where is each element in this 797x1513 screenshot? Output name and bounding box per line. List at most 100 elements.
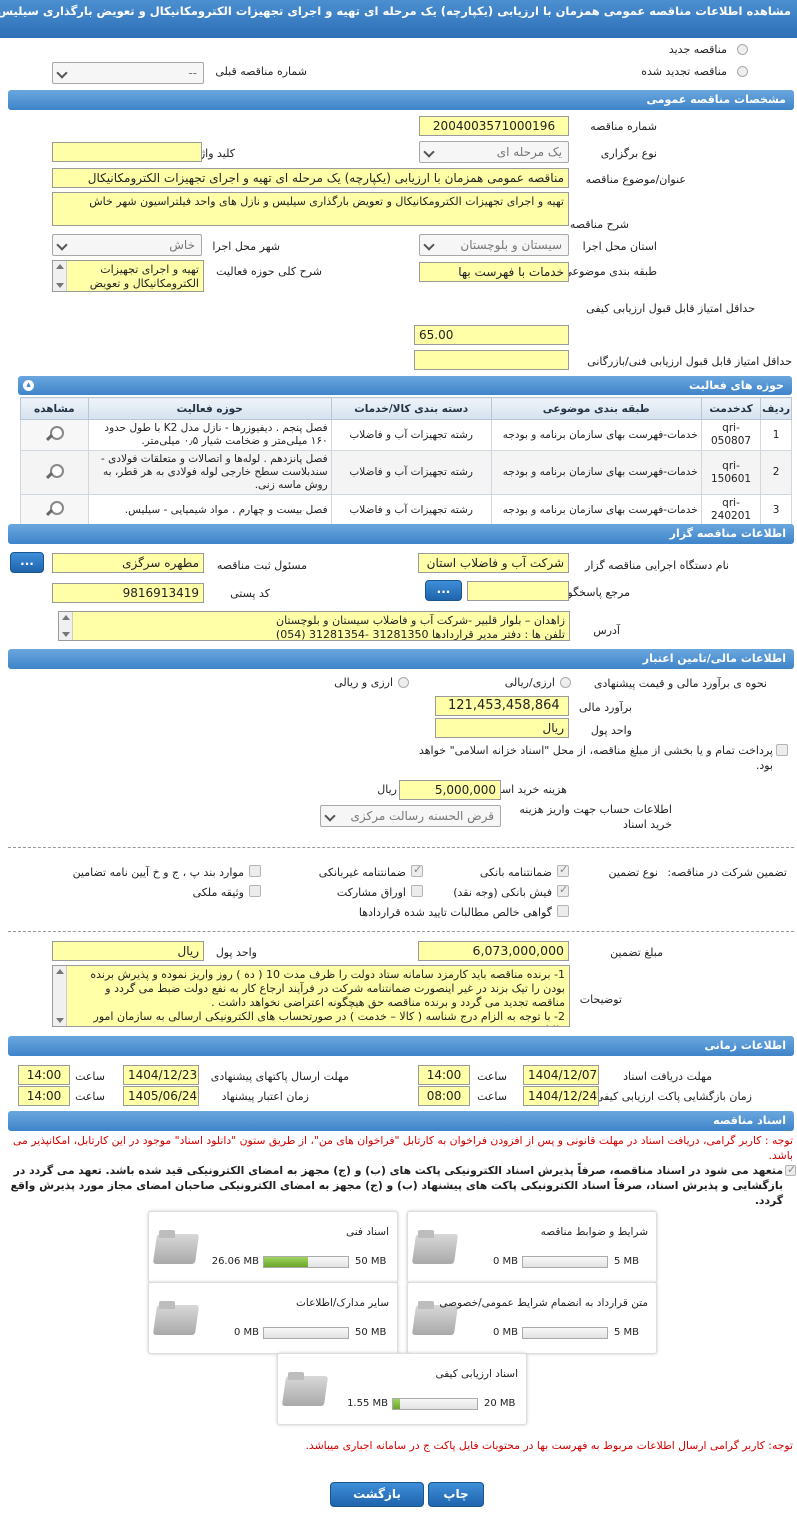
file-name: اسناد ارزیابی کیفی [435,1368,518,1380]
col-row: ردیف [760,397,792,420]
bank-receipt-checkbox[interactable] [557,883,569,897]
bonds-checkbox[interactable] [411,885,423,897]
folder-icon [155,1301,197,1335]
file-box[interactable]: اسناد ارزیابی کیفی 1.55 MB 20 MB [277,1353,527,1425]
chevron-down-icon [56,67,68,79]
claims-checkbox[interactable] [557,905,569,917]
renewed-tender-radio[interactable] [737,66,748,77]
bank-guarantee-label: ضمانتنامه بانکی [479,866,552,879]
file-box[interactable]: سایر مدارک/اطلاعات 0 MB 50 MB [148,1282,398,1354]
rial-and-fx-radio[interactable] [398,677,409,688]
type-select[interactable]: یک مرحله ای [419,141,569,163]
estimate-field[interactable]: 121,453,458,864 [435,696,569,716]
number-field[interactable]: 2004003571000196 [419,116,569,136]
number-label: شماره مناقصه [590,120,657,133]
guarantee-type-label: نوع تضمین [608,866,658,879]
guarantee-amount-field[interactable]: 6,073,000,000 [418,941,569,961]
open-time[interactable]: 08:00 [418,1086,470,1106]
send-deadline-date[interactable]: 1404/12/23 [123,1065,199,1085]
file-name: شرایط و ضوابط مناقصه [540,1226,648,1238]
col-category: طبقه بندی موضوعی [490,397,702,420]
send-deadline-time[interactable]: 14:00 [18,1065,70,1085]
file-current-size: 0 MB [492,1256,518,1267]
magnifier-icon[interactable] [43,425,65,441]
estimate-method-label: نحوه ی برآورد مالی و قیمت پیشنهادی [593,677,767,690]
rial-radio[interactable] [560,677,571,688]
file-progress-bar [522,1256,608,1268]
commitment-checkbox[interactable] [785,1163,796,1176]
doc-fee-unit: ریال [377,783,397,796]
row-number: 1 [760,419,792,451]
file-current-size: 0 MB [233,1327,259,1338]
file-box[interactable]: اسناد فنی 26.06 MB 50 MB [148,1211,398,1283]
file-name: متن قرارداد به انضمام شرایط عمومی/خصوصی [439,1297,648,1309]
doc-fee-field[interactable]: 5,000,000 [399,780,501,800]
registrar-field[interactable]: مطهره سرگزی [52,553,204,573]
file-max-size: 50 MB [355,1327,387,1338]
open-date[interactable]: 1404/12/24 [523,1086,599,1106]
file-box[interactable]: متن قرارداد به انضمام شرایط عمومی/خصوصی … [407,1282,657,1354]
file-progress-bar [263,1327,349,1339]
notes-textarea[interactable]: 1- برنده مناقصه باید کارمزد سامانه ستاد … [52,965,570,1027]
address-textarea[interactable]: زاهدان – بلوار قلبیر -شرکت آب و فاضلاب س… [58,611,570,641]
min-tech-field[interactable] [414,350,569,370]
keyword-field[interactable] [52,142,202,162]
scrollbar[interactable] [59,612,73,640]
service-code: qri-150601 [700,450,762,495]
registrar-more-button[interactable]: ... [10,552,44,573]
col-code: کدخدمت [700,397,762,420]
collapse-icon[interactable]: ▴ [23,380,34,391]
city-select[interactable]: خاش [52,234,202,256]
magnifier-icon[interactable] [43,463,65,479]
back-button[interactable]: بازگشت [330,1482,424,1507]
subject-label: عنوان/موضوع مناقصه [585,173,686,186]
timing-section-header: اطلاعات زمانی [8,1036,794,1056]
subject-field[interactable]: مناقصه عمومی همزمان با ارزیابی (یکپارچه)… [52,168,569,188]
postal-field[interactable]: 9816913419 [52,583,204,603]
footer-notice: توجه: کاربر گرامی ارسال اطلاعات مربوط به… [305,1439,793,1452]
article-items-checkbox[interactable] [249,865,261,877]
org-field[interactable]: شرکت آب و فاضلاب استان [418,553,569,573]
min-quality-field[interactable]: 65.00 [414,325,569,345]
ref-more-button[interactable]: ... [425,580,462,601]
print-button[interactable]: چاپ [428,1482,484,1507]
file-current-size: 1.55 MB [347,1398,388,1409]
province-label: استان محل اجرا [582,240,657,253]
finance-section-header: اطلاعات مالی/تامین اعتبار [8,649,794,669]
documents-section-header: اسناد مناقصه [8,1111,794,1131]
province-select[interactable]: سیستان و بلوچستان [419,234,569,256]
category-field[interactable]: خدمات با فهرست بها [419,262,569,282]
property-checkbox[interactable] [249,885,261,897]
magnifier-icon[interactable] [43,500,65,516]
account-select[interactable]: قرض الحسنه رسالت مرکزی [320,805,501,827]
doc-receive-label: مهلت دریافت اسناد [623,1070,712,1083]
doc-receive-time[interactable]: 14:00 [418,1065,470,1085]
send-deadline-label: مهلت ارسال پاکتهای پیشنهادی [210,1070,349,1083]
file-progress-bar [522,1327,608,1339]
treasury-checkbox[interactable] [776,744,788,756]
ref-field[interactable] [467,581,569,601]
file-max-size: 5 MB [614,1256,640,1267]
bank-guarantee-checkbox[interactable] [557,863,569,877]
nonbank-guarantee-checkbox[interactable] [411,863,423,877]
claims-label: گواهی خالص مطالبات تایید شده قراردادها [358,906,552,919]
activity-textarea[interactable]: تهیه و اجرای تجهیزات الکترومکانیکال و تع… [52,260,204,292]
prev-number-label: شماره مناقصه قبلی [215,65,307,78]
estimate-currency-field[interactable]: ریال [435,718,569,738]
activities-table: ردیف کدخدمت طبقه بندی موضوعی دسته بندی ک… [20,397,792,526]
file-box[interactable]: شرایط و ضوابط مناقصه 0 MB 5 MB [407,1211,657,1283]
new-tender-radio[interactable] [737,44,748,55]
desc-textarea[interactable]: تهیه و اجرای تجهیزات الکترومکانیکال و تع… [52,192,569,226]
doc-receive-date[interactable]: 1404/12/07 [523,1065,599,1085]
validity-date[interactable]: 1405/06/24 [123,1086,199,1106]
scrollbar[interactable] [53,966,67,1026]
rial-and-fx-option-label: ارزی و ریالی [334,676,393,689]
validity-time[interactable]: 14:00 [18,1086,70,1106]
bank-receipt-label: فیش بانکی (وجه نقد) [453,886,552,899]
col-view: مشاهده [20,397,89,420]
row-group: رشته تجهیزات آب و فاضلاب [330,419,492,451]
guarantee-currency-field[interactable]: ریال [52,941,204,961]
folder-icon [414,1230,456,1264]
scrollbar[interactable] [53,261,67,291]
prev-number-select[interactable]: -- [52,62,204,84]
